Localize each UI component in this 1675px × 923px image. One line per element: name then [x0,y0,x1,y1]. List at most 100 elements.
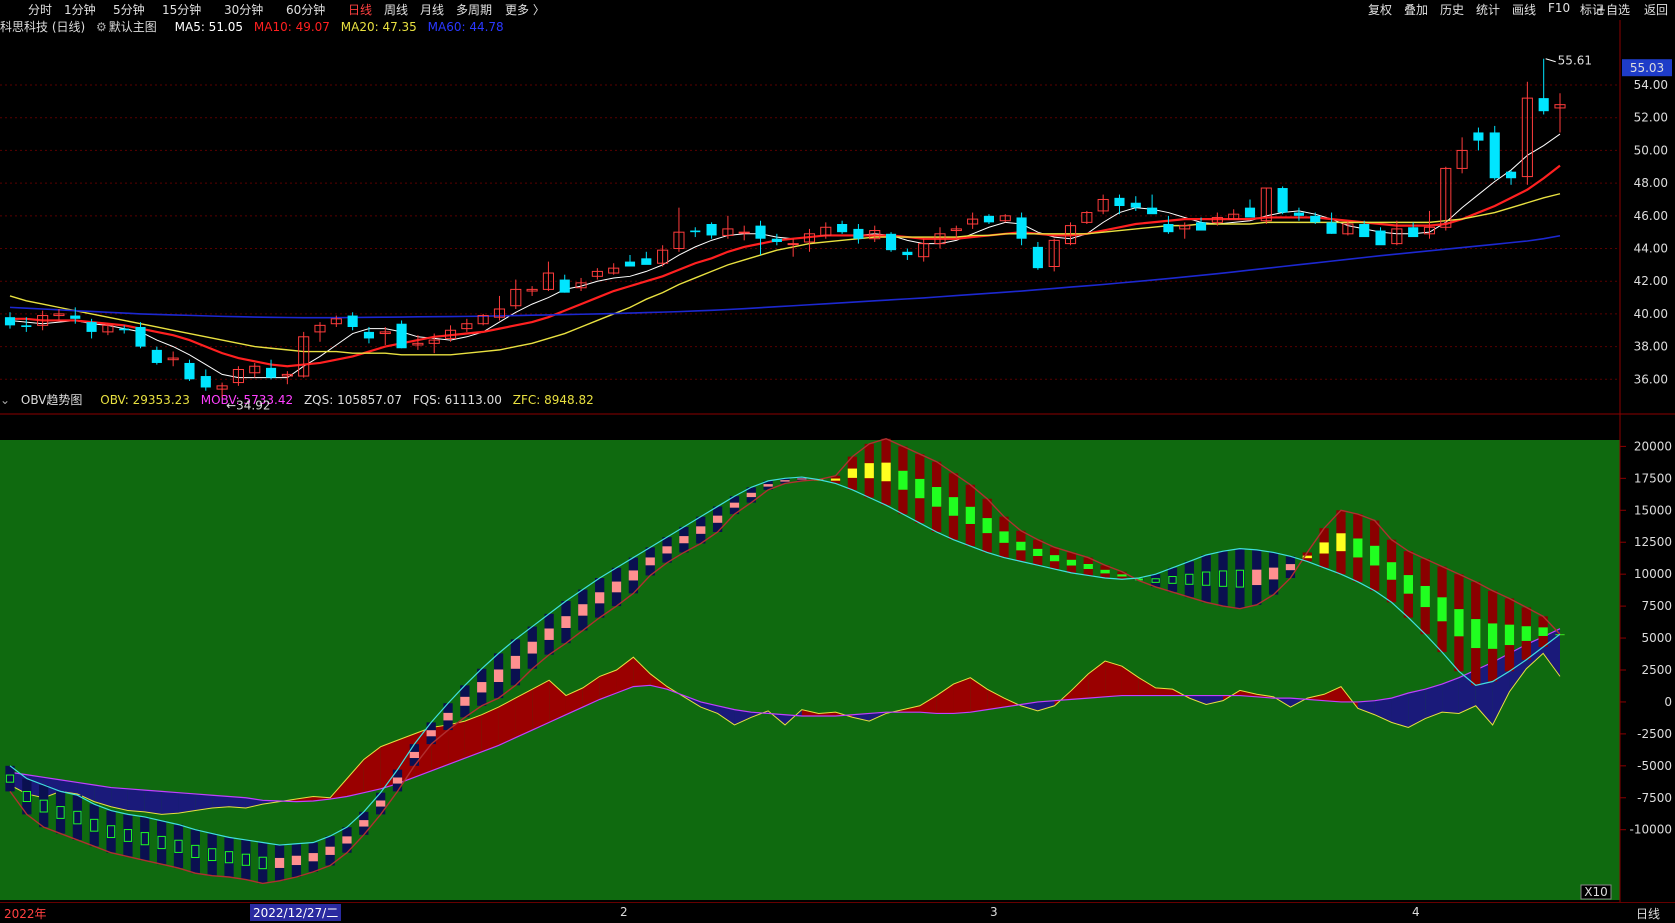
month-label: 2 [620,905,628,919]
zfc-area [229,796,246,808]
obv-bar-marker [1117,574,1127,577]
month-label: 4 [1412,905,1420,919]
candle-body [1016,217,1027,239]
obv-bar-marker [746,492,756,498]
y-tick-label: 44.00 [1634,242,1668,256]
y-tick-label: 36.00 [1634,372,1668,386]
obv-bar-marker [510,655,521,669]
y-tick-label: 42.00 [1634,274,1668,288]
candle-body [738,231,750,234]
obv-bar-marker [1471,619,1481,649]
obv-bar-marker [1252,569,1262,586]
y-tick-label: 38.00 [1634,340,1668,354]
year-label: 2022年 [4,907,47,921]
obv-bar-marker [999,531,1009,543]
obv-bar-marker [729,502,740,508]
y-tick-label: 50.00 [1634,143,1668,157]
y-tick-label: 40.00 [1634,307,1668,321]
obv-bar-marker [1049,555,1060,562]
candle-body [706,224,717,236]
obv-bar-marker [325,846,335,855]
obv-bar-marker [864,463,874,479]
obv-bar-marker [460,696,470,706]
candle-body [1163,224,1174,233]
low-annotation: ←34.92 [226,398,270,412]
candle-body [1408,227,1419,238]
y-tick-label: 20000 [1634,439,1672,453]
candle-body [1130,202,1141,208]
candle-body [853,228,864,239]
obv-bar-marker [1504,624,1515,646]
candle-body [265,367,277,378]
zfc-area [1105,661,1122,697]
y-tick-label: -7500 [1637,791,1672,805]
y-tick-label: 12500 [1634,535,1672,549]
candle-body [787,243,799,246]
candle-body [1195,222,1207,231]
obv-bar-marker [1319,542,1329,554]
obv-bar-marker [527,641,537,654]
candle-body [902,251,913,256]
indicator-panel-bg [0,440,1620,900]
y-tick-label: 15000 [1634,503,1672,517]
obv-bar-marker [426,730,436,737]
obv-bar-marker [1487,623,1498,649]
candle-body [1473,132,1484,141]
candle-body [1359,224,1370,238]
y-tick-label: 48.00 [1634,176,1668,190]
candle-body [624,261,636,267]
candle-body [151,349,162,363]
obv-bar-marker [578,604,588,616]
obv-bar-marker [1083,563,1093,570]
candle-body [396,323,407,349]
obv-bar-marker [308,853,318,862]
candle-body [1538,98,1549,112]
ma10-line [10,164,1561,368]
zfc-area [1391,693,1409,728]
candle-body [983,215,995,223]
candle-body [1114,197,1125,207]
candle-body [1375,230,1386,246]
candle-body [1277,188,1288,213]
y-tick-label: 10000 [1634,567,1672,581]
y-tick-label: 54.00 [1634,78,1668,92]
candle-body [1293,212,1305,216]
obv-bar-marker [931,487,942,507]
obv-bar-marker [359,820,369,827]
obv-bar-marker [291,855,302,866]
candle-body [1310,215,1321,223]
obv-bar-marker [1285,564,1296,571]
candle-body [200,376,211,388]
y-tick-label: 2500 [1641,663,1672,677]
obv-bar-marker [493,669,504,683]
y-tick-label: -2500 [1637,727,1672,741]
obv-bar-marker [611,581,622,593]
obv-bar-marker [392,777,403,784]
obv-bar-marker [477,682,487,693]
obv-bar-marker [544,628,554,640]
obv-bar-marker [1268,567,1279,580]
obv-bar-marker [443,712,453,721]
chart-canvas[interactable]: 36.00 38.00 40.00 42.00 44.00 46.00 48.00 50.00… [0,0,1675,922]
obv-bar-marker [645,557,655,566]
obv-bar-marker [696,526,706,534]
zfc-area [178,792,196,814]
period-label: 日线 [1636,907,1661,921]
obv-bar-marker [881,462,891,482]
obv-bar-marker [1437,597,1447,622]
y-tick-label: 52.00 [1634,111,1668,125]
zfc-area [161,791,179,815]
obv-bar-marker [274,857,285,868]
obv-bar-marker [662,546,672,554]
y-tick-label: -5000 [1637,759,1672,773]
candle-body [559,279,570,293]
candle-body [363,331,375,339]
high-pointer [1545,58,1556,63]
y-tick-label: 0 [1664,695,1672,709]
candle-body [347,315,358,327]
candle-body [1147,207,1158,215]
candle-body [184,362,195,380]
month-label: 3 [990,905,998,919]
obv-bar-marker [797,478,807,480]
obv-bar-marker [830,478,841,481]
